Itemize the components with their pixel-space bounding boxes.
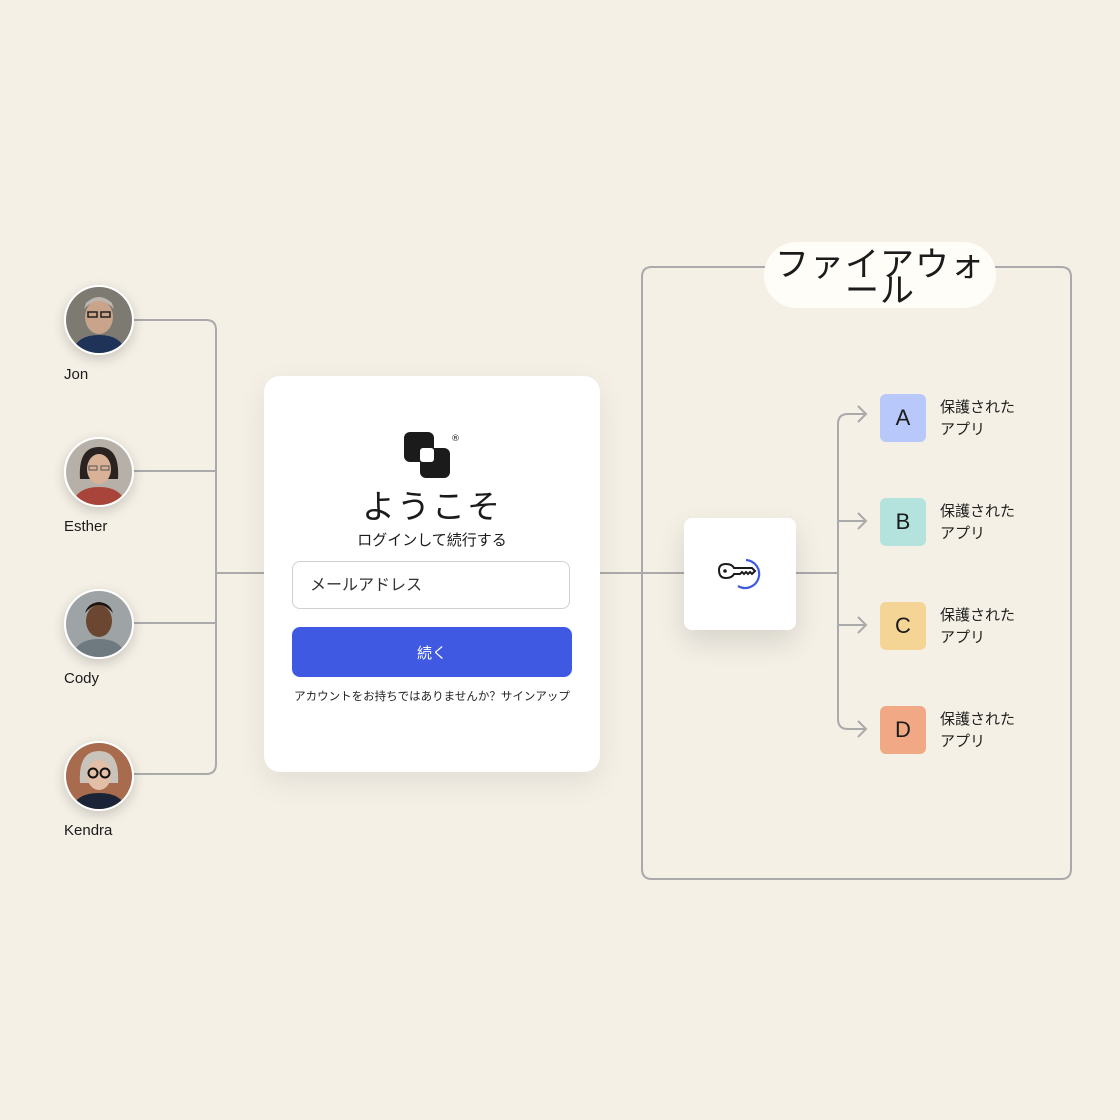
app-branch-b — [838, 512, 868, 530]
app-branch-c — [838, 616, 868, 634]
avatar-jon — [64, 285, 134, 355]
app-tile-a[interactable]: A — [880, 394, 926, 442]
app-label-c: 保護された アプリ — [940, 606, 1016, 646]
app-label-d: 保護された アプリ — [940, 710, 1016, 750]
app-branch-d — [848, 720, 868, 738]
app-branch-trunk — [837, 413, 849, 730]
auth-gateway — [684, 518, 796, 630]
key-icon — [717, 558, 761, 590]
app-label-b: 保護された アプリ — [940, 502, 1016, 542]
brand-logo-icon: ® — [404, 432, 460, 486]
firewall-label: ファイアウォール — [764, 242, 996, 308]
app-tile-b[interactable]: B — [880, 498, 926, 546]
user-name-kendra: Kendra — [64, 822, 113, 839]
avatar-kendra — [64, 741, 134, 811]
app-label-a: 保護された アプリ — [940, 398, 1016, 438]
registered-mark: ® — [451, 434, 460, 444]
avatar-cody — [64, 589, 134, 659]
app-tile-c[interactable]: C — [880, 602, 926, 650]
user-name-esther: Esther — [64, 518, 108, 535]
signup-link[interactable]: アカウントをお持ちではありませんか？サインアップ — [288, 689, 576, 703]
app-branch-a — [848, 405, 868, 423]
app-tile-d[interactable]: D — [880, 706, 926, 754]
avatar-esther — [64, 437, 134, 507]
user-name-jon: Jon — [64, 366, 89, 383]
email-input[interactable] — [292, 561, 570, 609]
continue-button[interactable]: 続く — [292, 627, 572, 677]
login-card: ® ようこそ ログインして続行する 続く アカウントをお持ちではありませんか？サ… — [264, 376, 600, 772]
connector-jon — [133, 319, 217, 775]
user-name-cody: Cody — [64, 670, 100, 687]
welcome-title: ようこそ — [362, 487, 502, 526]
login-subtitle: ログインして続行する — [357, 531, 507, 549]
